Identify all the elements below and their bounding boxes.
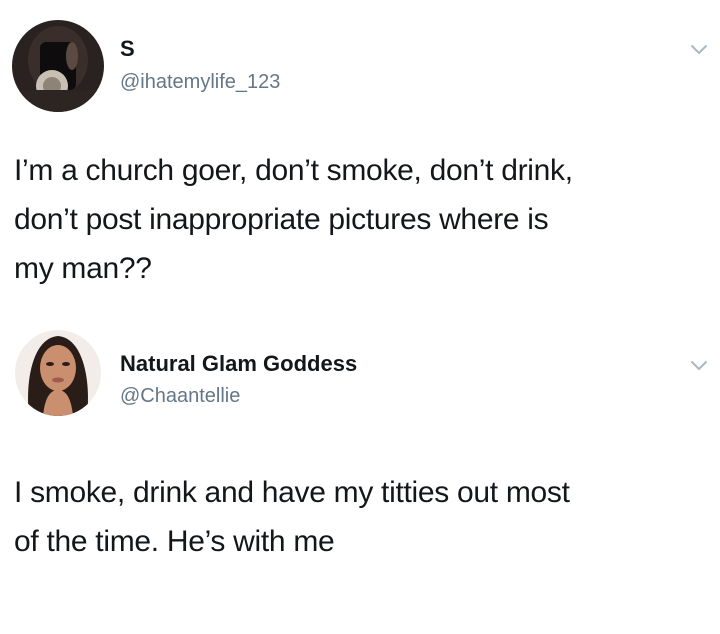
username[interactable]: @Chaantellie [120,384,240,408]
chevron-down-icon[interactable] [688,38,710,60]
tweet-text: I smoke, drink and have my titties out m… [14,476,570,558]
display-name[interactable]: S [120,36,135,62]
tweet: Natural Glam Goddess @Chaantellie I smok… [0,330,720,634]
avatar[interactable] [12,20,104,112]
avatar[interactable] [15,330,101,416]
display-name[interactable]: Natural Glam Goddess [120,351,357,377]
tweet-text: I’m a church goer, don’t smoke, don’t dr… [14,154,573,285]
profile-photo-icon [15,330,101,416]
username[interactable]: @ihatemylife_123 [120,70,280,94]
profile-photo-icon [12,20,104,112]
chevron-down-icon[interactable] [688,354,710,376]
tweet: S @ihatemylife_123 I’m a church goer, do… [0,0,720,330]
